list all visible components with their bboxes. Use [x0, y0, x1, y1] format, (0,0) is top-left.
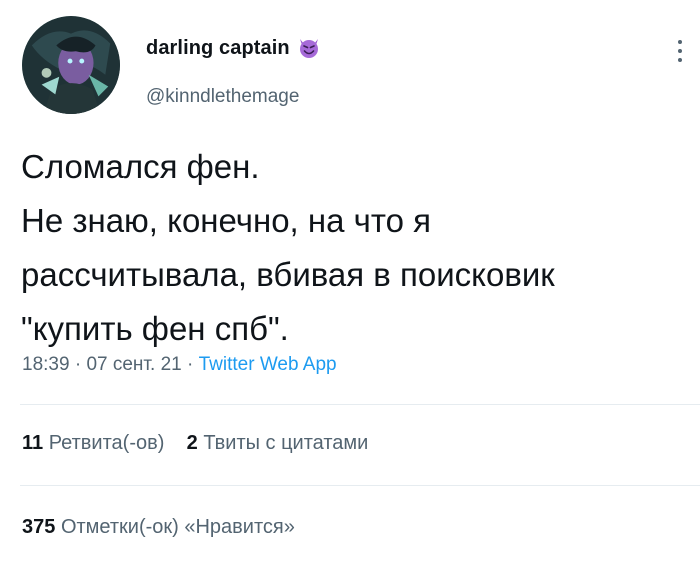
meta-separator: ·: [181, 354, 199, 375]
tweet-time[interactable]: 18:39: [22, 354, 70, 375]
tweet-header: darling captain @kinndlethemage: [20, 12, 700, 114]
like-label[interactable]: Отметки(-ок) «Нравится»: [61, 516, 295, 538]
retweet-count[interactable]: 11: [22, 432, 43, 454]
more-options-icon[interactable]: [676, 40, 684, 68]
meta-separator: ·: [69, 354, 87, 375]
user-handle[interactable]: @kinndlethemage: [146, 86, 299, 108]
tweet-line: рассчитывала, вбивая в поисковик: [21, 256, 555, 293]
tweet-line: Не знаю, конечно, на что я: [21, 202, 431, 239]
author-name-row: darling captain: [146, 36, 321, 60]
fantasy-character-avatar-icon: [22, 16, 120, 114]
divider: [20, 404, 700, 405]
smiling-devil-icon: [297, 36, 321, 60]
like-stats-row: 375 Отметки(-ок) «Нравится»: [22, 516, 295, 539]
tweet-metadata: 18:39 · 07 сент. 21 · Twitter Web App: [22, 354, 337, 376]
like-count[interactable]: 375: [22, 516, 55, 538]
tweet-date[interactable]: 07 сент. 21: [86, 354, 181, 375]
tweet-line: Сломался фен.: [21, 148, 260, 185]
tweet-stats-row: 11 Ретвита(-ов) 2 Твиты с цитатами: [22, 432, 368, 455]
display-name[interactable]: darling captain: [146, 37, 290, 60]
avatar[interactable]: [22, 16, 120, 114]
client-link[interactable]: Twitter Web App: [199, 354, 337, 375]
tweet-text: Сломался фен. Не знаю, конечно, на что я…: [21, 140, 700, 356]
retweet-label[interactable]: Ретвита(-ов): [49, 432, 165, 454]
quote-count[interactable]: 2: [187, 432, 198, 454]
divider: [20, 485, 700, 486]
tweet-line: "купить фен спб".: [21, 310, 289, 347]
quote-label[interactable]: Твиты с цитатами: [203, 432, 368, 454]
